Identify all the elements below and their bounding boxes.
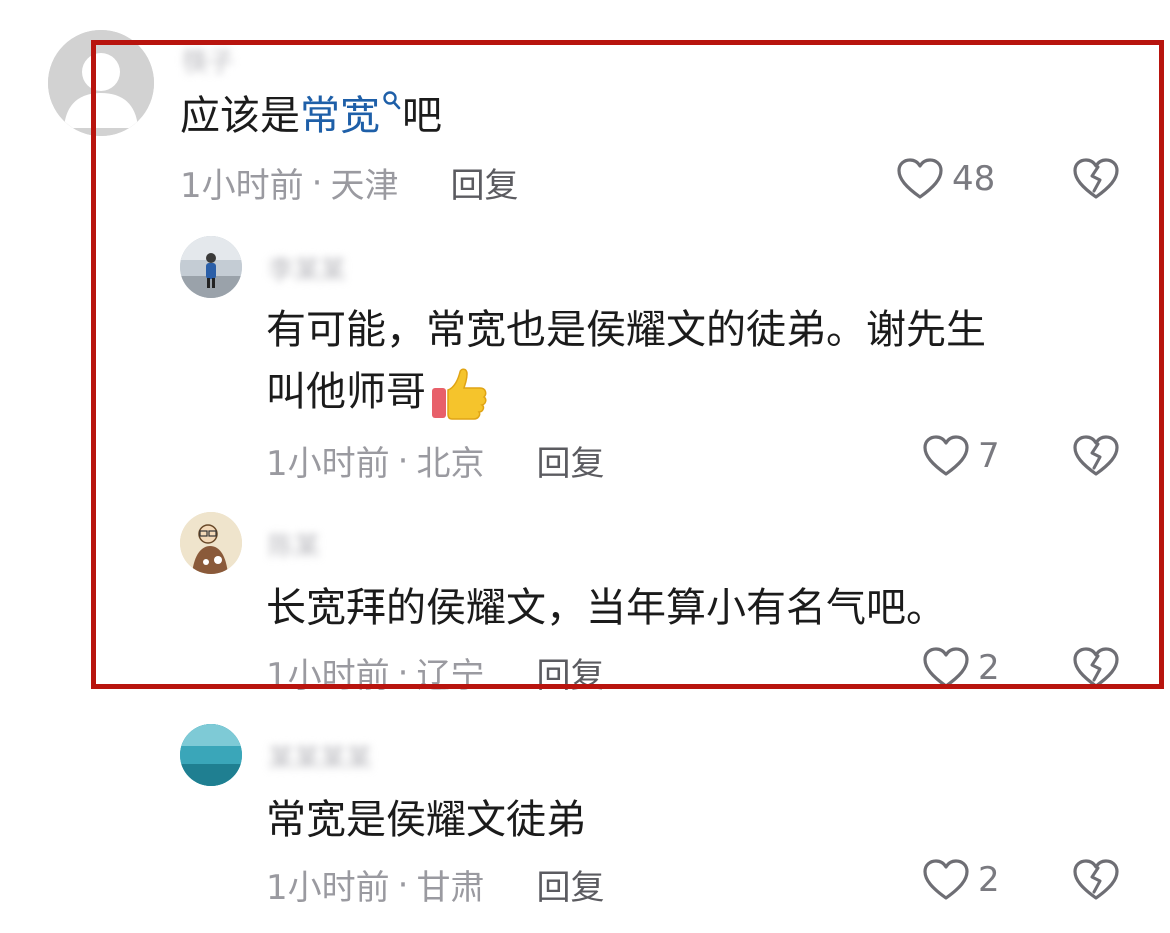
like-count: 7 [978, 436, 1000, 476]
location: 辽宁 [416, 656, 485, 696]
avatar-photo[interactable] [180, 236, 242, 298]
location: 天津 [330, 166, 399, 206]
comment-meta: 1小时前 · 甘肃 回复 [266, 860, 604, 909]
avatar-image [180, 512, 242, 574]
timestamp: 1小时前 [266, 656, 390, 696]
like-button[interactable]: 7 [922, 434, 1000, 478]
timestamp: 1小时前 [266, 868, 390, 908]
like-count: 2 [978, 648, 1000, 688]
location: 北京 [416, 444, 485, 484]
reply-button[interactable]: 回复 [536, 436, 604, 485]
comment-text: 有可能，常宽也是侯耀文的徒弟。谢先生 叫他师哥 [266, 302, 986, 422]
like-button[interactable]: 2 [922, 858, 1000, 902]
dislike-button[interactable] [1072, 858, 1120, 906]
user-silhouette-icon [48, 30, 154, 136]
timestamp: 1小时前 [180, 166, 304, 206]
separator: · [397, 440, 409, 481]
comment-text: 长宽拜的侯耀文，当年算小有名气吧。 [266, 585, 946, 631]
comment-meta: 1小时前 · 北京 回复 [266, 436, 604, 485]
dislike-button[interactable] [1072, 434, 1120, 482]
avatar-photo[interactable] [180, 512, 242, 574]
comment-meta: 1小时前 · 辽宁 回复 [266, 648, 604, 697]
broken-heart-icon [1073, 647, 1119, 688]
like-button[interactable]: 48 [896, 157, 995, 201]
heart-icon [923, 647, 969, 688]
username[interactable]: 某某某某 [268, 738, 372, 775]
broken-heart-icon [1073, 158, 1119, 199]
timestamp: 1小时前 [266, 444, 390, 484]
username[interactable]: 筷子 [182, 42, 234, 79]
broken-heart-icon [1073, 859, 1119, 900]
avatar-image [180, 724, 242, 786]
like-count: 48 [952, 159, 996, 199]
dislike-button[interactable] [1072, 157, 1120, 205]
search-icon[interactable] [382, 90, 402, 112]
separator: · [397, 864, 409, 905]
comment-text-start: 应该是 [180, 93, 300, 139]
comment-line-2-text: 叫他师哥 [266, 369, 426, 415]
reply-button[interactable]: 回复 [450, 158, 518, 207]
dislike-button[interactable] [1072, 646, 1120, 694]
comment-line-1: 有可能，常宽也是侯耀文的徒弟。谢先生 [266, 307, 986, 353]
location: 甘肃 [416, 868, 485, 908]
comment-text: 常宽是侯耀文徒弟 [266, 797, 586, 843]
comment-meta: 1小时前 · 天津 回复 [180, 158, 518, 207]
username[interactable]: 陈某 [268, 526, 320, 563]
separator: · [397, 652, 409, 693]
comment-line-2: 叫他师哥 [266, 364, 986, 422]
heart-icon [923, 859, 969, 900]
avatar-image [180, 236, 242, 298]
comment-text-end: 吧 [402, 93, 442, 139]
broken-heart-icon [1073, 435, 1119, 476]
like-button[interactable]: 2 [922, 646, 1000, 690]
comment-text: 应该是常宽吧 [180, 88, 442, 144]
thumbs-up-emoji [432, 368, 487, 420]
separator: · [311, 162, 323, 203]
avatar-photo[interactable] [180, 724, 242, 786]
like-count: 2 [978, 860, 1000, 900]
reply-button[interactable]: 回复 [536, 648, 604, 697]
avatar-default[interactable] [48, 30, 154, 136]
username[interactable]: 李某某 [268, 250, 346, 287]
search-link[interactable]: 常宽 [300, 93, 380, 139]
heart-icon [923, 435, 969, 476]
reply-button[interactable]: 回复 [536, 860, 604, 909]
heart-icon [897, 158, 943, 199]
